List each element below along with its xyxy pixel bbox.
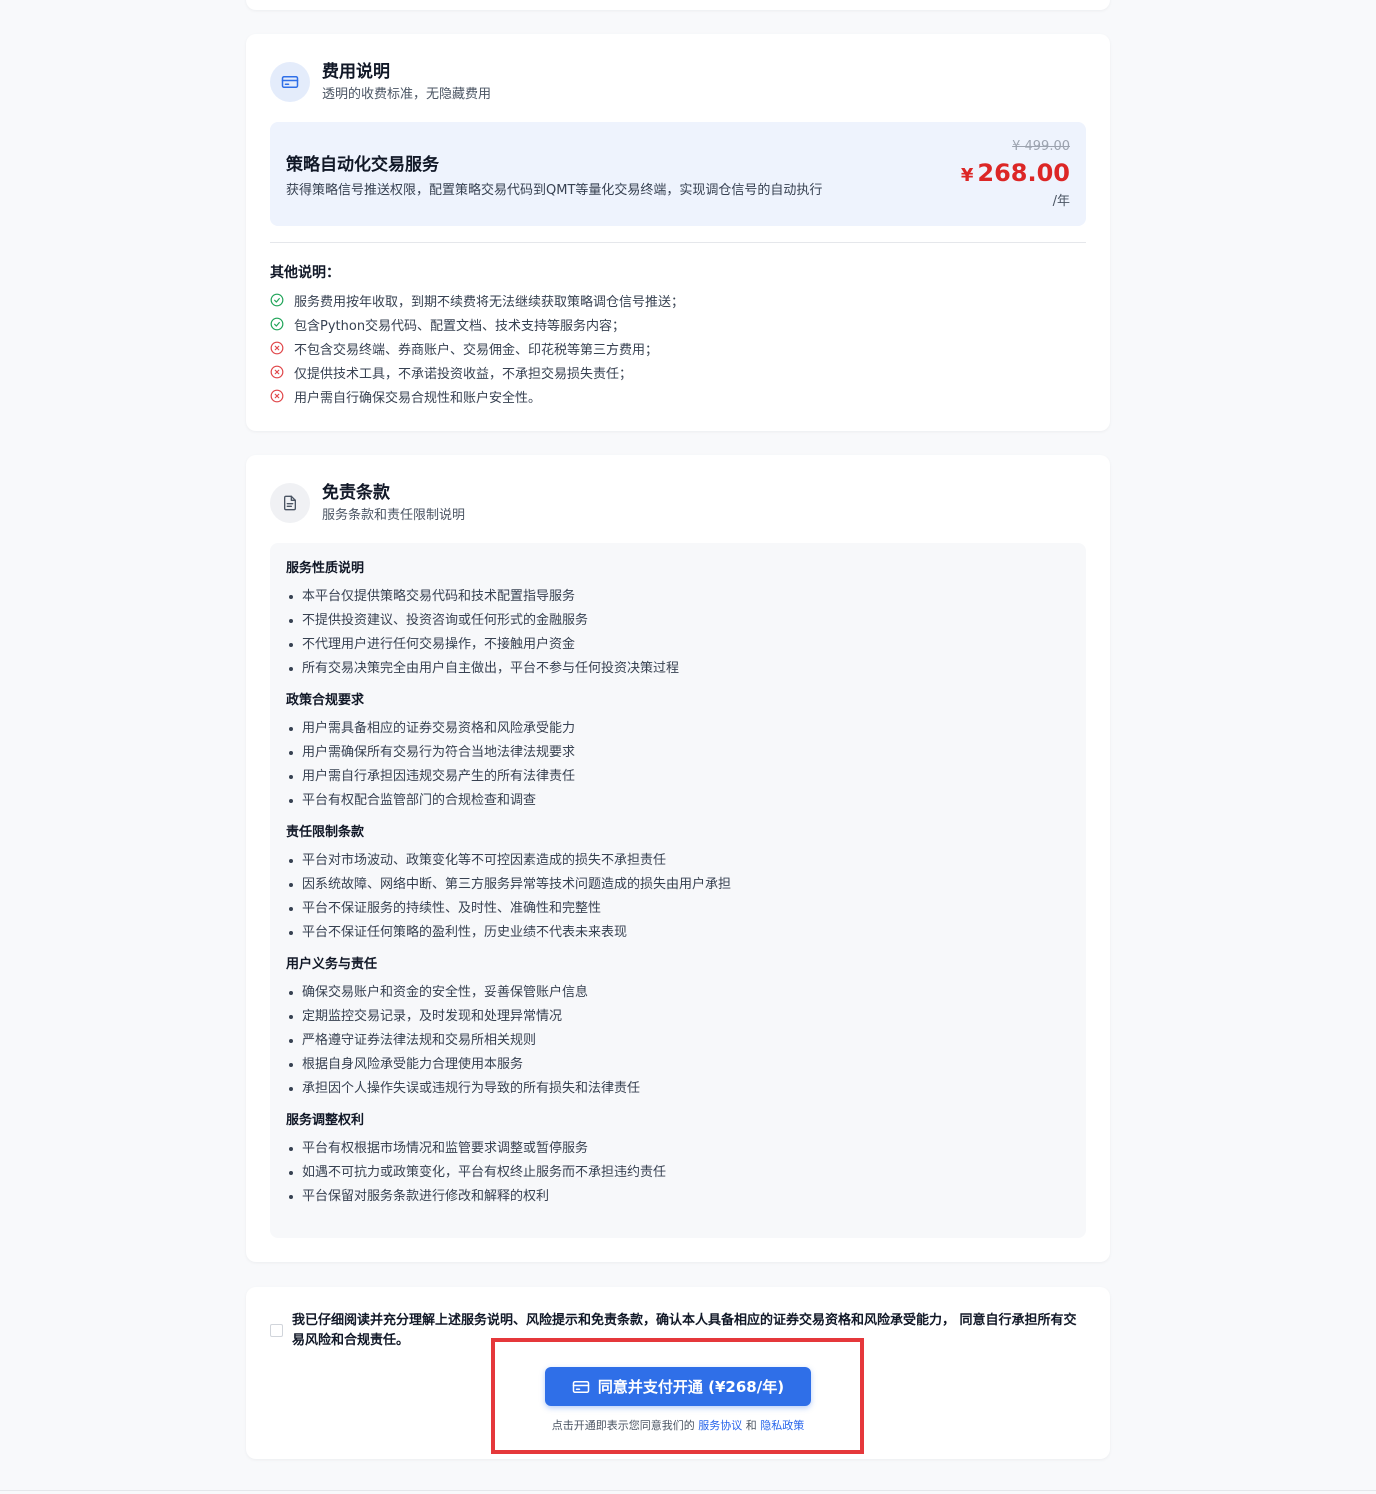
other-note-text: 不包含交易终端、券商账户、交易佣金、印花税等第三方费用； — [294, 342, 659, 358]
fee-header: 费用说明 透明的收费标准，无隐藏费用 — [270, 62, 491, 104]
terms-list-item: 平台不保证任何策略的盈利性，历史业绩不代表未来表现 — [286, 921, 1070, 945]
consent-note-and: 和 — [745, 1419, 757, 1432]
x-circle-icon — [270, 389, 284, 403]
terms-list-item: 确保交易账户和资金的安全性，妥善保管账户信息 — [286, 981, 1070, 1005]
credit-card-icon — [572, 1378, 590, 1396]
agreement-row: 我已仔细阅读并充分理解上述服务说明、风险提示和免责条款，确认本人具备相应的证券交… — [270, 1311, 1086, 1351]
terms-section-title: 政策合规要求 — [286, 693, 365, 708]
agreement-checkbox[interactable] — [270, 1324, 283, 1337]
terms-section-list: 平台有权根据市场情况和监管要求调整或暂停服务 如遇不可抗力或政策变化，平台有权终止… — [286, 1137, 1070, 1209]
x-circle-icon — [270, 365, 284, 379]
terms-list-item: 如遇不可抗力或政策变化，平台有权终止服务而不承担违约责任 — [286, 1161, 1070, 1185]
terms-section-title: 用户义务与责任 — [286, 957, 378, 972]
disclaimer-title: 免责条款 — [322, 483, 390, 503]
original-price: ¥ 499.00 — [1012, 139, 1070, 154]
other-notes-list: 服务费用按年收取，到期不续费将无法继续获取策略调仓信号推送； 包含Python交易… — [270, 288, 684, 408]
previous-card — [246, 0, 1110, 10]
service-price-box: 策略自动化交易服务 获得策略信号推送权限，配置策略交易代码到QMT等量化交易终端… — [270, 122, 1086, 226]
service-agreement-link[interactable]: 服务协议 — [698, 1419, 742, 1432]
disclaimer-header: 免责条款 服务条款和责任限制说明 — [270, 483, 465, 525]
other-note-text: 服务费用按年收取，到期不续费将无法继续获取策略调仓信号推送； — [294, 294, 685, 310]
terms-section-title: 服务性质说明 — [286, 561, 365, 576]
terms-list-item: 平台对市场波动、政策变化等不可控因素造成的损失不承担责任 — [286, 849, 1070, 873]
credit-card-icon — [270, 62, 310, 102]
price-unit: /年 — [1052, 194, 1070, 209]
other-note-text: 仅提供技术工具，不承诺投资收益，不承担交易损失责任； — [294, 366, 633, 382]
terms-list-item: 不代理用户进行任何交易操作，不接触用户资金 — [286, 633, 1070, 657]
other-note-item: 不包含交易终端、券商账户、交易佣金、印花税等第三方费用； — [270, 336, 684, 360]
terms-list-item: 根据自身风险承受能力合理使用本服务 — [286, 1053, 1070, 1077]
fee-title: 费用说明 — [322, 62, 390, 82]
disclaimer-subtitle: 服务条款和责任限制说明 — [322, 508, 466, 523]
fee-card: 费用说明 透明的收费标准，无隐藏费用 策略自动化交易服务 获得策略信号推送权限，… — [246, 34, 1110, 431]
other-note-item: 用户需自行确保交易合规性和账户安全性。 — [270, 384, 684, 408]
service-description: 获得策略信号推送权限，配置策略交易代码到QMT等量化交易终端，实现调仓信号的自动… — [286, 183, 823, 198]
bottom-divider — [0, 1490, 1376, 1491]
terms-list-item: 平台有权配合监管部门的合规检查和调查 — [286, 789, 1070, 813]
other-notes-title: 其他说明： — [270, 265, 340, 281]
price-block: ¥ 499.00 ¥268.00 /年 — [961, 138, 1070, 211]
terms-list-item: 承担因个人操作失误或违规行为导致的所有损失和法律责任 — [286, 1077, 1070, 1101]
terms-list-item: 不提供投资建议、投资咨询或任何形式的金融服务 — [286, 609, 1070, 633]
pay-button-label: 同意并支付开通 (¥268/年) — [597, 1378, 785, 1396]
terms-section-list: 用户需具备相应的证券交易资格和风险承受能力 用户需确保所有交易行为符合当地法律法规… — [286, 717, 1070, 813]
agree-and-pay-button[interactable]: 同意并支付开通 (¥268/年) — [545, 1367, 811, 1406]
terms-list-item: 本平台仅提供策略交易代码和技术配置指导服务 — [286, 585, 1070, 609]
terms-list-item: 平台保留对服务条款进行修改和解释的权利 — [286, 1185, 1070, 1209]
terms-section-title: 责任限制条款 — [286, 825, 365, 840]
other-note-item: 包含Python交易代码、配置文档、技术支持等服务内容； — [270, 312, 684, 336]
consent-note: 点击开通即表示您同意我们的 服务协议 和 隐私政策 — [246, 1417, 1110, 1433]
currency-symbol: ¥ — [960, 165, 974, 186]
terms-list-item: 用户需自行承担因违规交易产生的所有法律责任 — [286, 765, 1070, 789]
terms-list-item: 用户需确保所有交易行为符合当地法律法规要求 — [286, 741, 1070, 765]
terms-section-list: 确保交易账户和资金的安全性，妥善保管账户信息 定期监控交易记录，及时发现和处理异常… — [286, 981, 1070, 1101]
divider — [270, 242, 1086, 243]
agreement-card: 我已仔细阅读并充分理解上述服务说明、风险提示和免责条款，确认本人具备相应的证券交… — [246, 1287, 1110, 1459]
document-icon — [270, 483, 310, 523]
terms-content: 服务性质说明本平台仅提供策略交易代码和技术配置指导服务 不提供投资建议、投资咨询或… — [270, 543, 1086, 1238]
terms-list-item: 所有交易决策完全由用户自主做出，平台不参与任何投资决策过程 — [286, 657, 1070, 681]
privacy-policy-link[interactable]: 隐私政策 — [760, 1419, 804, 1432]
terms-list-item: 平台有权根据市场情况和监管要求调整或暂停服务 — [286, 1137, 1070, 1161]
disclaimer-card: 免责条款 服务条款和责任限制说明 服务性质说明本平台仅提供策略交易代码和技术配置… — [246, 455, 1110, 1262]
check-circle-icon — [270, 293, 284, 307]
other-note-item: 服务费用按年收取，到期不续费将无法继续获取策略调仓信号推送； — [270, 288, 684, 312]
fee-subtitle: 透明的收费标准，无隐藏费用 — [322, 87, 492, 102]
x-circle-icon — [270, 341, 284, 355]
terms-section-list: 平台对市场波动、政策变化等不可控因素造成的损失不承担责任 因系统故障、网络中断、第… — [286, 849, 1070, 945]
service-name: 策略自动化交易服务 — [286, 155, 439, 175]
terms-section-list: 本平台仅提供策略交易代码和技术配置指导服务 不提供投资建议、投资咨询或任何形式的金… — [286, 585, 1070, 681]
price-value: 268.00 — [977, 159, 1070, 187]
other-note-text: 用户需自行确保交易合规性和账户安全性。 — [294, 390, 542, 406]
other-note-item: 仅提供技术工具，不承诺投资收益，不承担交易损失责任； — [270, 360, 684, 384]
agreement-text: 我已仔细阅读并充分理解上述服务说明、风险提示和免责条款，确认本人具备相应的证券交… — [292, 1313, 1077, 1348]
terms-section-title: 服务调整权利 — [286, 1113, 365, 1128]
terms-list-item: 因系统故障、网络中断、第三方服务异常等技术问题造成的损失由用户承担 — [286, 873, 1070, 897]
terms-list-item: 严格遵守证券法律法规和交易所相关规则 — [286, 1029, 1070, 1053]
current-price: ¥268.00 — [961, 158, 1070, 191]
consent-note-prefix: 点击开通即表示您同意我们的 — [551, 1419, 695, 1432]
terms-list-item: 用户需具备相应的证券交易资格和风险承受能力 — [286, 717, 1070, 741]
terms-list-item: 定期监控交易记录，及时发现和处理异常情况 — [286, 1005, 1070, 1029]
check-circle-icon — [270, 317, 284, 331]
terms-list-item: 平台不保证服务的持续性、及时性、准确性和完整性 — [286, 897, 1070, 921]
other-note-text: 包含Python交易代码、配置文档、技术支持等服务内容； — [294, 318, 626, 334]
